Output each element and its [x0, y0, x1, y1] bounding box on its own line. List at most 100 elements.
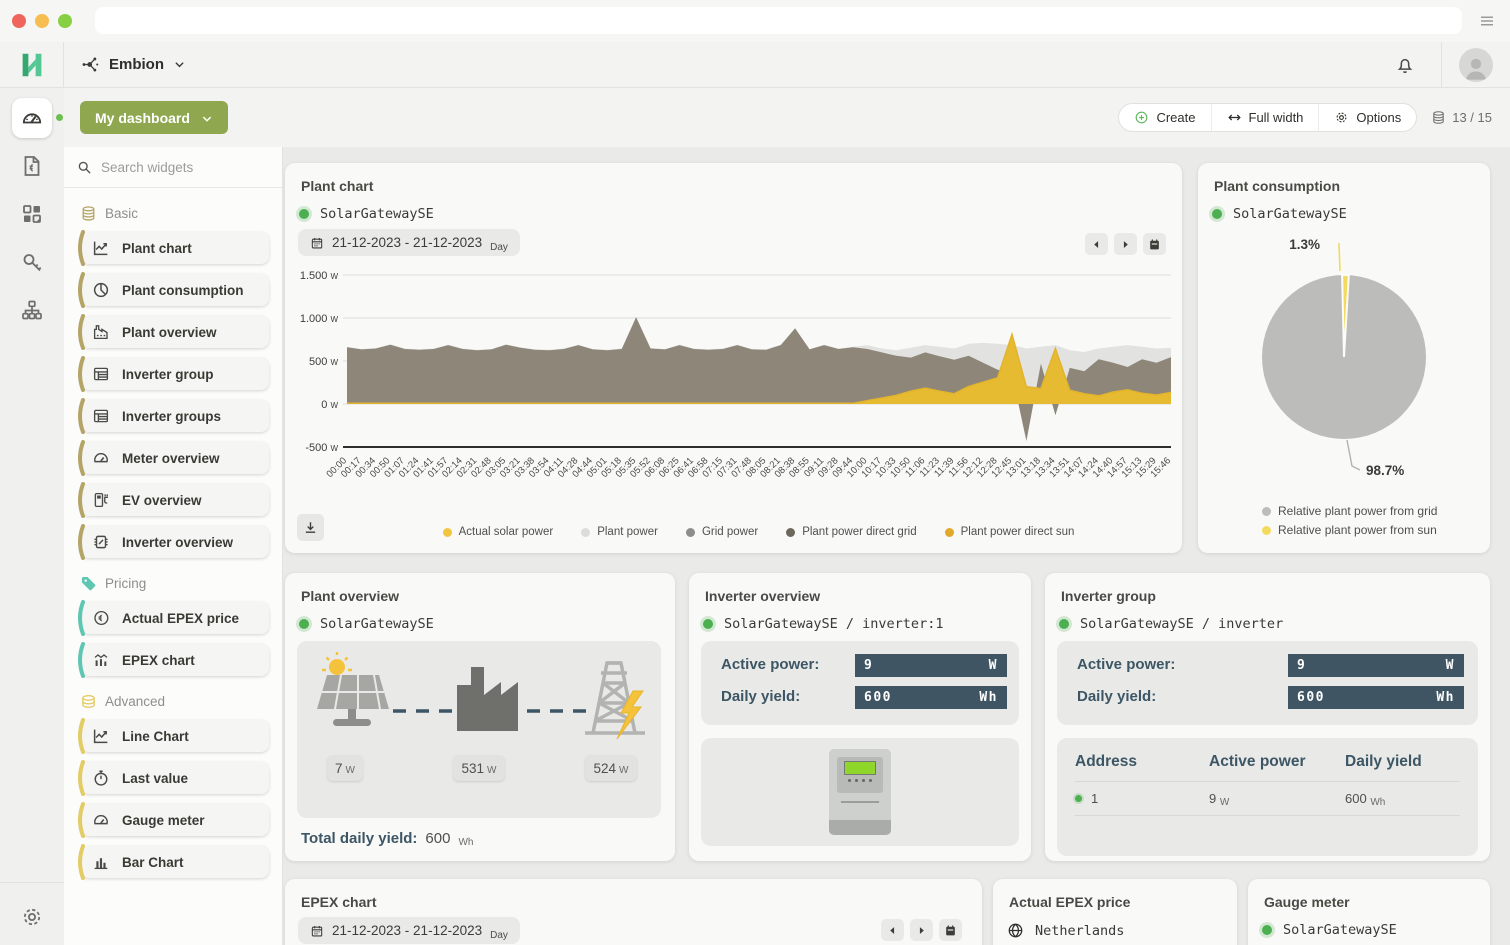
widget-item-gauge-meter[interactable]: Gauge meter — [81, 804, 269, 836]
full-width-button[interactable]: Full width — [1212, 104, 1320, 131]
browser-menu-icon[interactable] — [1478, 12, 1496, 30]
jump-to-date-button[interactable] — [939, 919, 962, 941]
device-row: SolarGatewaySE / inverter:1 — [689, 604, 1031, 632]
widget-item-plant-chart[interactable]: Plant chart — [81, 232, 269, 264]
address-cell: 1 — [1075, 791, 1209, 806]
status-dot — [1212, 209, 1222, 219]
x-axis: 00:0000:1700:3400:5001:0701:2401:4101:57… — [325, 455, 1174, 480]
options-button[interactable]: Options — [1319, 104, 1416, 131]
widget-item-inverter-overview[interactable]: Inverter overview — [81, 526, 269, 558]
widget-item-line-chart[interactable]: Line Chart — [81, 720, 269, 752]
svg-text:1.000 W: 1.000 W — [300, 313, 339, 325]
inverter-values-panel: Active power: 9W Daily yield: 600Wh — [701, 641, 1019, 725]
chart-nav — [881, 919, 962, 941]
plant-consumption-widget[interactable]: Plant consumption SolarGatewaySE 1.3%98.… — [1198, 163, 1490, 553]
plant-overview-widget[interactable]: Plant overview SolarGatewaySE — [285, 573, 675, 861]
create-label: Create — [1156, 110, 1195, 125]
widget-item-inverter-groups[interactable]: Inverter groups — [81, 400, 269, 432]
stopwatch-icon — [92, 769, 110, 787]
nav-settings[interactable] — [0, 905, 64, 929]
download-chart-button[interactable] — [297, 514, 324, 541]
person-icon — [1461, 54, 1491, 82]
total-label: Total daily yield: — [301, 830, 417, 847]
date-range-picker[interactable]: 21-12-2023 - 21-12-2023 Day — [298, 229, 520, 256]
factory-icon — [92, 323, 110, 341]
legend-dot — [1262, 526, 1271, 535]
calendar-filled-icon — [1148, 238, 1161, 251]
inverter-overview-widget[interactable]: Inverter overview SolarGatewaySE / inver… — [689, 573, 1031, 861]
widget-title: Gauge meter — [1248, 879, 1490, 910]
meter-icon — [92, 449, 110, 467]
svg-text:500 W: 500 W — [309, 356, 338, 368]
epex-chart-icon — [92, 651, 110, 669]
nav-hierarchy[interactable] — [12, 290, 52, 330]
widget-item-label: Inverter groups — [122, 409, 221, 424]
legend-item-relative-plant-power-from-grid: Relative plant power from grid — [1262, 504, 1437, 518]
stack-icon — [1431, 110, 1446, 125]
total-value: 600 — [425, 830, 450, 847]
prev-period-button[interactable] — [881, 919, 904, 941]
next-period-button[interactable] — [910, 919, 933, 941]
line-chart-icon — [92, 239, 110, 257]
notifications-button[interactable] — [1395, 55, 1415, 75]
consumption-pie-chart[interactable]: 1.3%98.7% — [1198, 219, 1490, 495]
create-button[interactable]: Create — [1119, 104, 1211, 131]
url-bar[interactable] — [95, 7, 1462, 34]
nav-dashboard[interactable] — [12, 98, 52, 138]
date-range-picker[interactable]: 21-12-2023 - 21-12-2023 Day — [298, 917, 520, 944]
close-window-button[interactable] — [12, 14, 26, 28]
chart-nav — [1085, 233, 1166, 255]
widget-item-plant-overview[interactable]: Plant overview — [81, 316, 269, 348]
plant-flow-panel: 7W 531W 524W — [297, 641, 661, 818]
nav-billing[interactable] — [12, 146, 52, 186]
widget-search-input[interactable] — [101, 160, 269, 175]
apps-grid-icon — [20, 202, 44, 226]
org-switcher[interactable]: Embion — [64, 42, 186, 87]
widget-item-label: Meter overview — [122, 451, 220, 466]
epex-chart-widget[interactable]: EPEX chart 21-12-2023 - 21-12-2023 Day — [285, 879, 982, 945]
dashboard-selector-button[interactable]: My dashboard — [80, 101, 228, 134]
widget-item-epex-chart[interactable]: EPEX chart — [81, 644, 269, 676]
options-label: Options — [1356, 110, 1401, 125]
header-right — [1395, 42, 1510, 87]
daily-yield-cell: 600 Wh — [1345, 791, 1460, 806]
nav-access-keys[interactable] — [12, 242, 52, 282]
minimize-window-button[interactable] — [35, 14, 49, 28]
gear-icon — [20, 905, 44, 929]
widget-item-meter-overview[interactable]: Meter overview — [81, 442, 269, 474]
widget-item-bar-chart[interactable]: Bar Chart — [81, 846, 269, 878]
section-header-basic: Basic — [80, 205, 268, 222]
widget-item-label: EPEX chart — [122, 653, 195, 668]
legend-dot — [443, 528, 452, 537]
calendar-icon — [310, 924, 324, 938]
chart-areas — [347, 317, 1171, 441]
device-row: SolarGatewaySE — [285, 194, 1182, 222]
jump-to-date-button[interactable] — [1143, 233, 1166, 255]
widget-item-actual-epex-price[interactable]: Actual EPEX price — [81, 602, 269, 634]
table-row[interactable]: 19 W600 Wh — [1075, 781, 1460, 816]
widget-item-ev-overview[interactable]: EV overview — [81, 484, 269, 516]
widget-title: Plant overview — [285, 573, 675, 604]
chevron-right-icon — [1120, 239, 1131, 250]
widget-title: EPEX chart — [285, 879, 982, 910]
next-period-button[interactable] — [1114, 233, 1137, 255]
widget-item-last-value[interactable]: Last value — [81, 762, 269, 794]
gauge-meter-widget[interactable]: Gauge meter SolarGatewaySE — [1248, 879, 1490, 945]
plant-chart-widget[interactable]: Plant chart SolarGatewaySE 21-12-2023 - … — [285, 163, 1182, 553]
nav-apps[interactable] — [12, 194, 52, 234]
svg-text:0 W: 0 W — [321, 399, 338, 411]
line-chart-icon — [92, 727, 110, 745]
avatar[interactable] — [1459, 48, 1493, 82]
actual-epex-price-widget[interactable]: Actual EPEX price Netherlands — [993, 879, 1237, 945]
widget-item-plant-consumption[interactable]: Plant consumption — [81, 274, 269, 306]
widget-item-inverter-group[interactable]: Inverter group — [81, 358, 269, 390]
inverter-device-icon — [829, 749, 891, 835]
prev-period-button[interactable] — [1085, 233, 1108, 255]
plant-power-chart[interactable]: 1.500 W1.000 W500 W0 W-500 W00:0000:1700… — [287, 269, 1180, 511]
period-label: Day — [490, 242, 508, 256]
drag-bracket — [75, 356, 85, 392]
app-logo[interactable] — [0, 42, 64, 87]
zoom-window-button[interactable] — [58, 14, 72, 28]
inverter-group-widget[interactable]: Inverter group SolarGatewaySE / inverter… — [1045, 573, 1490, 861]
daily-yield-label: Daily yield: — [1077, 688, 1156, 705]
